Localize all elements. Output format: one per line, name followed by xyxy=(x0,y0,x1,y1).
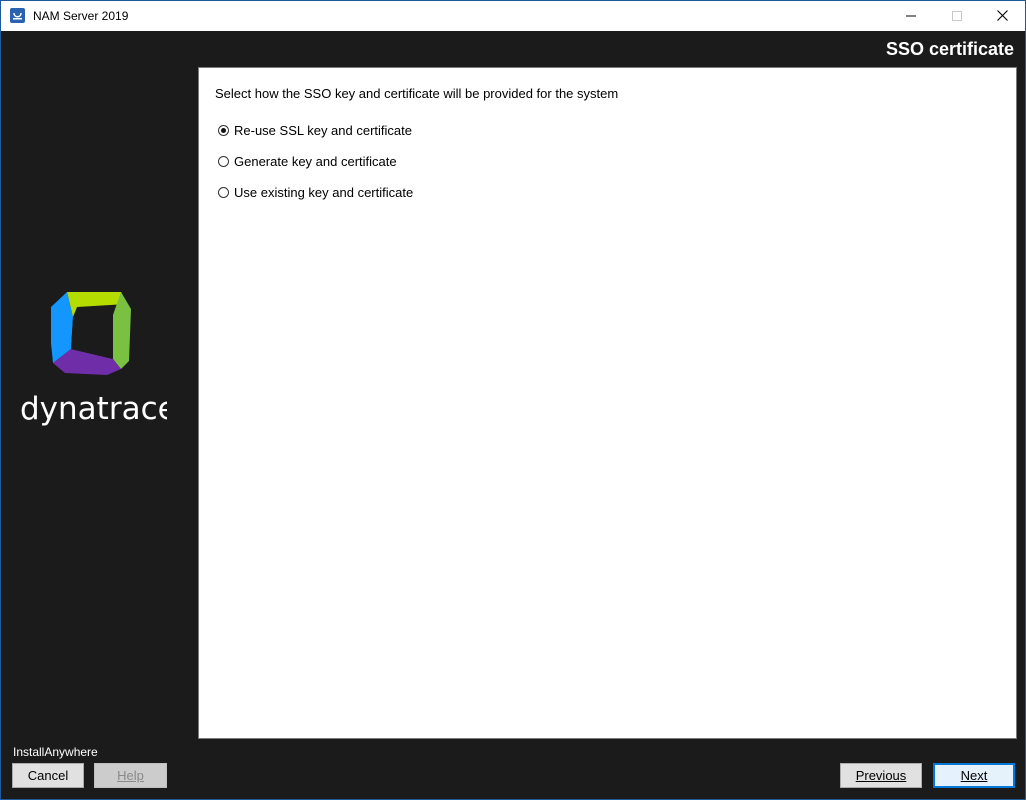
main-panel: Select how the SSO key and certificate w… xyxy=(198,67,1017,739)
option-label[interactable]: Re-use SSL key and certificate xyxy=(234,123,412,138)
installer-window: NAM Server 2019 SSO certificate dynatrac… xyxy=(0,0,1026,800)
option-label[interactable]: Use existing key and certificate xyxy=(234,185,413,200)
window-title: NAM Server 2019 xyxy=(33,9,129,23)
installer-brand: InstallAnywhere xyxy=(13,745,98,759)
logo-wordmark: dynatrace xyxy=(20,391,167,427)
app-icon xyxy=(10,8,25,23)
maximize-icon xyxy=(952,9,962,24)
previous-label: Previous xyxy=(855,768,907,783)
radio-button[interactable] xyxy=(218,187,229,198)
cancel-button[interactable]: Cancel xyxy=(12,763,84,788)
minimize-button[interactable] xyxy=(888,1,934,31)
next-button[interactable]: Next xyxy=(933,763,1015,788)
previous-button[interactable]: Previous xyxy=(840,763,922,788)
option-label[interactable]: Generate key and certificate xyxy=(234,154,397,169)
title-bar[interactable]: NAM Server 2019 xyxy=(1,1,1025,31)
dynatrace-logo: dynatrace xyxy=(17,289,177,429)
radio-button[interactable] xyxy=(218,156,229,167)
maximize-button xyxy=(934,1,980,31)
close-icon xyxy=(996,9,1008,24)
page-title: SSO certificate xyxy=(885,39,1014,59)
option-reuse-ssl[interactable]: Re-use SSL key and certificate xyxy=(218,123,412,138)
help-button: Help xyxy=(94,763,167,788)
instruction-text: Select how the SSO key and certificate w… xyxy=(215,86,619,101)
next-label: Next xyxy=(960,768,988,783)
help-label: Help xyxy=(117,768,144,783)
close-button[interactable] xyxy=(979,1,1025,31)
minimize-icon xyxy=(906,9,916,24)
option-generate[interactable]: Generate key and certificate xyxy=(218,154,397,169)
cancel-label: Cancel xyxy=(27,768,69,783)
radio-button[interactable] xyxy=(218,125,229,136)
option-use-existing[interactable]: Use existing key and certificate xyxy=(218,185,413,200)
